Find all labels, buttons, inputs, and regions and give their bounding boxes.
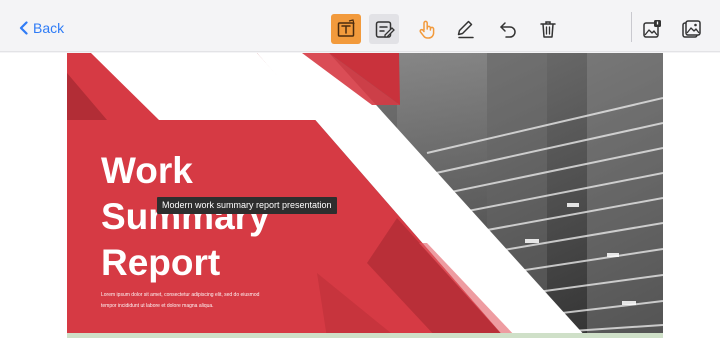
pen-tool-button[interactable]: [451, 14, 481, 44]
thumbnail-strip: [67, 333, 663, 338]
back-button[interactable]: Back: [18, 20, 64, 36]
image-badge-icon: [643, 20, 661, 38]
image-edit-tool-button[interactable]: [637, 14, 667, 44]
annotate-tool-button[interactable]: [369, 14, 399, 44]
pen-icon: [457, 20, 474, 39]
chevron-left-icon: [19, 21, 28, 35]
slide-tooltip: Modern work summary report presentation: [157, 197, 337, 214]
undo-tool-button[interactable]: [493, 14, 523, 44]
delete-tool-button[interactable]: [533, 14, 563, 44]
edit-note-icon: [375, 21, 395, 38]
presentation-slide[interactable]: Work Summary Report Lorem ipsum dolor si…: [67, 53, 663, 338]
slide-title-line: Report: [101, 242, 221, 283]
touch-tool-button[interactable]: [412, 14, 442, 44]
select-text-tool-button[interactable]: [331, 14, 361, 44]
slide-title-line: Work: [101, 150, 193, 191]
hand-touch-icon: [419, 20, 435, 39]
toolbar-divider: [631, 12, 632, 42]
image-tool-button[interactable]: [676, 14, 706, 44]
text-select-icon: [337, 19, 355, 37]
slide-body-text: Lorem ipsum dolor sit amet, consectetur …: [101, 290, 341, 312]
trash-icon: [540, 21, 556, 38]
back-label: Back: [33, 20, 65, 36]
slide-title: Work Summary Report: [101, 148, 270, 286]
image-icon: [682, 20, 701, 38]
document-canvas: Work Summary Report Lorem ipsum dolor si…: [0, 53, 720, 338]
undo-icon: [500, 22, 516, 38]
slide-body-line: tempor incididunt ut labore et dolore ma…: [101, 303, 214, 309]
slide-body-line: Lorem ipsum dolor sit amet, consectetur …: [101, 292, 260, 298]
top-toolbar: Back: [0, 0, 720, 52]
